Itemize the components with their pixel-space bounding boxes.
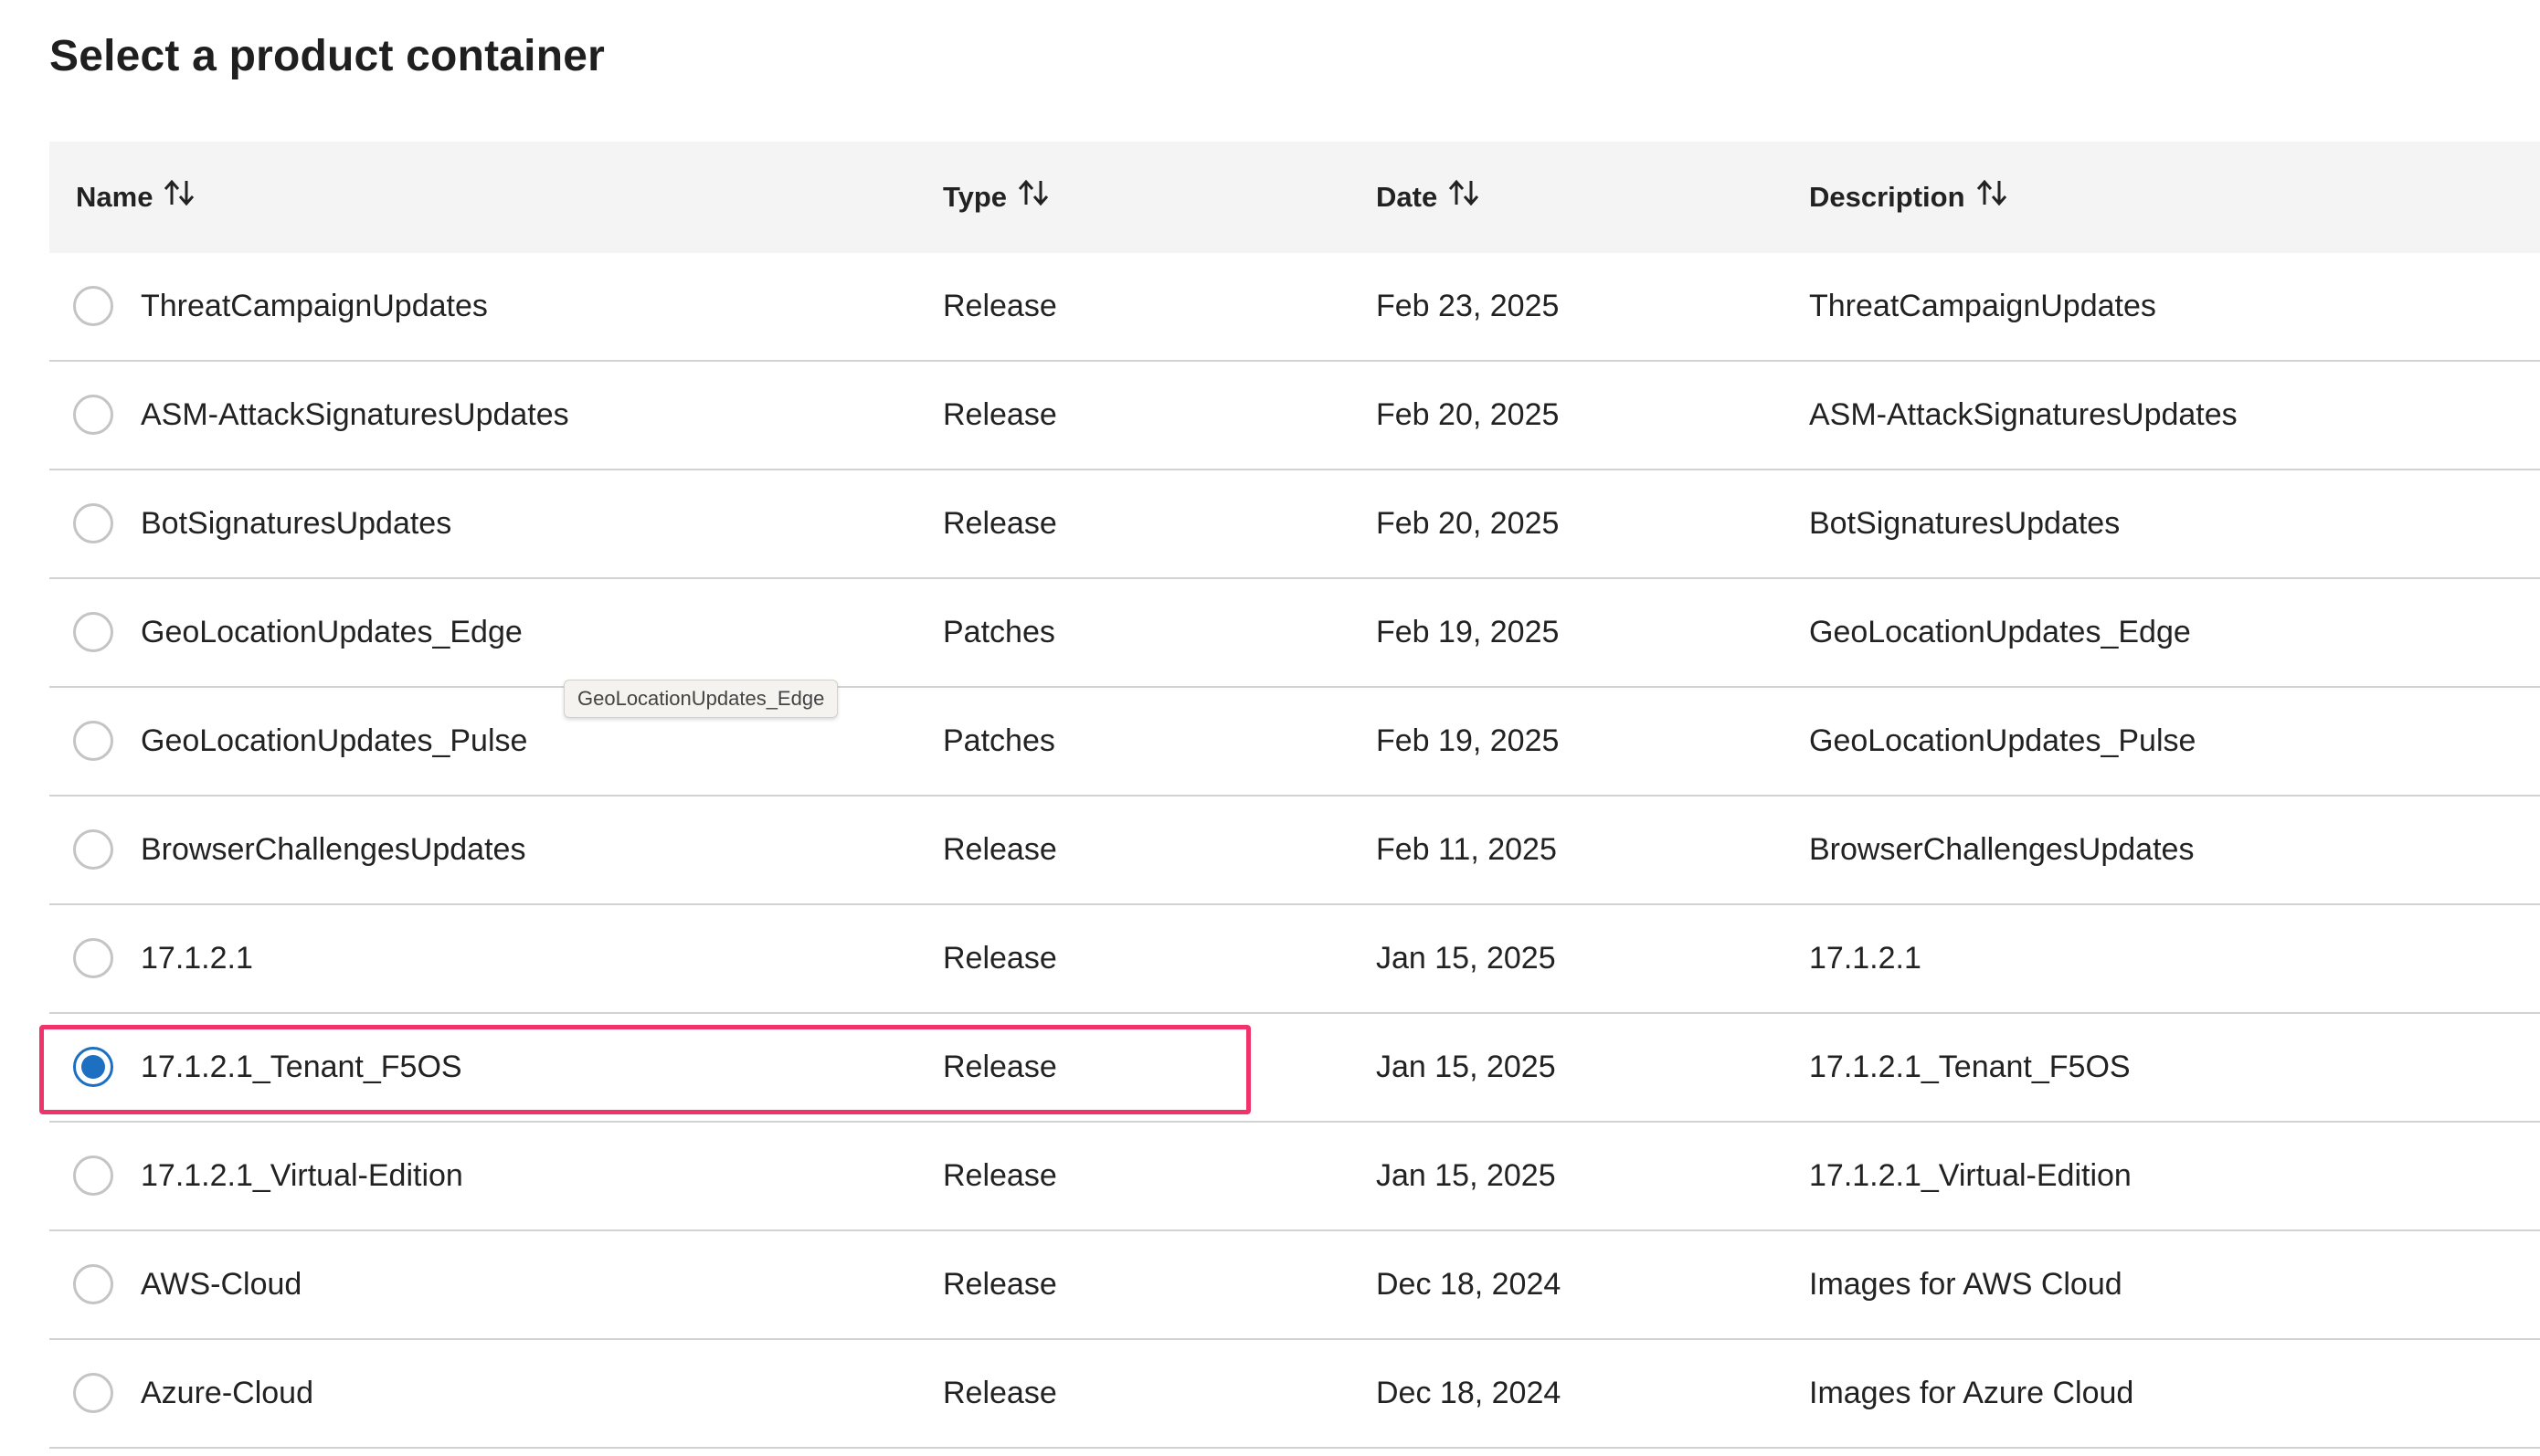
table-row[interactable]: 17.1.2.1_Virtual-Edition Release Jan 15,…	[49, 1123, 2540, 1231]
column-header-name[interactable]: Name	[76, 142, 195, 253]
table-row[interactable]: ASM-AttackSignaturesUpdates Release Feb …	[49, 362, 2540, 470]
cell-description: BrowserChallengesUpdates	[1809, 832, 2195, 867]
sort-arrows-icon[interactable]	[164, 179, 195, 206]
table-row[interactable]: GeoLocationUpdates_Pulse Patches Feb 19,…	[49, 688, 2540, 797]
cell-date: Feb 19, 2025	[1376, 723, 1560, 758]
cell-description: Images for Azure Cloud	[1809, 1376, 2134, 1410]
row-radio-button[interactable]	[73, 395, 113, 435]
cell-type: Release	[943, 832, 1057, 867]
product-container-table: Name Type Date Description ThreatCampaig…	[49, 142, 2540, 1449]
sort-arrows-icon[interactable]	[1976, 179, 2007, 206]
cell-type: Patches	[943, 723, 1055, 758]
cell-name: AWS-Cloud	[141, 1267, 302, 1302]
cell-type: Release	[943, 506, 1057, 541]
cell-name: 17.1.2.1_Virtual-Edition	[141, 1158, 463, 1193]
cell-type: Release	[943, 1267, 1057, 1302]
row-radio-button[interactable]	[73, 1373, 113, 1413]
column-header-label: Description	[1809, 181, 1965, 213]
cell-type: Release	[943, 1158, 1057, 1193]
sort-arrows-icon[interactable]	[1448, 179, 1479, 206]
cell-date: Jan 15, 2025	[1376, 941, 1556, 976]
cell-description: BotSignaturesUpdates	[1809, 506, 2121, 541]
cell-type: Release	[943, 289, 1057, 323]
sort-arrows-icon[interactable]	[1018, 179, 1049, 206]
table-row[interactable]: 17.1.2.1 Release Jan 15, 2025 17.1.2.1	[49, 905, 2540, 1014]
cell-date: Feb 11, 2025	[1376, 832, 1557, 867]
cell-description: GeoLocationUpdates_Edge	[1809, 615, 2191, 649]
cell-description: Images for AWS Cloud	[1809, 1267, 2122, 1302]
cell-description: 17.1.2.1_Tenant_F5OS	[1809, 1050, 2131, 1084]
cell-type: Release	[943, 941, 1057, 976]
page: Select a product container Name Type Dat…	[0, 0, 2540, 1456]
cell-type: Patches	[943, 615, 1055, 649]
cell-date: Dec 18, 2024	[1376, 1376, 1561, 1410]
cell-description: ThreatCampaignUpdates	[1809, 289, 2156, 323]
page-title: Select a product container	[49, 32, 606, 80]
cell-description: 17.1.2.1	[1809, 941, 1921, 976]
row-radio-button[interactable]	[73, 829, 113, 870]
row-radio-button[interactable]	[73, 503, 113, 543]
cell-date: Dec 18, 2024	[1376, 1267, 1561, 1302]
cell-date: Jan 15, 2025	[1376, 1158, 1556, 1193]
row-radio-button[interactable]	[73, 1264, 113, 1304]
cell-description: GeoLocationUpdates_Pulse	[1809, 723, 2196, 758]
row-radio-button[interactable]	[73, 938, 113, 978]
table-row[interactable]: AWS-Cloud Release Dec 18, 2024 Images fo…	[49, 1231, 2540, 1340]
column-header-description[interactable]: Description	[1809, 142, 2007, 253]
cell-type: Release	[943, 1376, 1057, 1410]
cell-date: Feb 20, 2025	[1376, 397, 1560, 432]
cell-name: ASM-AttackSignaturesUpdates	[141, 397, 569, 432]
cell-name: ThreatCampaignUpdates	[141, 289, 488, 323]
cell-type: Release	[943, 397, 1057, 432]
cell-date: Feb 23, 2025	[1376, 289, 1560, 323]
column-header-label: Type	[943, 181, 1008, 213]
cell-description: 17.1.2.1_Virtual-Edition	[1809, 1158, 2132, 1193]
cell-name: 17.1.2.1	[141, 941, 253, 976]
cell-date: Feb 20, 2025	[1376, 506, 1560, 541]
table-row[interactable]: GeoLocationUpdates_Edge Patches Feb 19, …	[49, 579, 2540, 688]
table-header: Name Type Date Description	[49, 142, 2540, 253]
table-row[interactable]: Azure-Cloud Release Dec 18, 2024 Images …	[49, 1340, 2540, 1449]
cell-name: Azure-Cloud	[141, 1376, 313, 1410]
table-row[interactable]: BrowserChallengesUpdates Release Feb 11,…	[49, 797, 2540, 905]
cell-date: Feb 19, 2025	[1376, 615, 1560, 649]
cell-description: ASM-AttackSignaturesUpdates	[1809, 397, 2238, 432]
row-radio-button[interactable]	[73, 721, 113, 761]
table-row[interactable]: BotSignaturesUpdates Release Feb 20, 202…	[49, 470, 2540, 579]
cell-name: GeoLocationUpdates_Pulse	[141, 723, 528, 758]
row-radio-button[interactable]	[73, 286, 113, 326]
row-radio-button-selected[interactable]	[73, 1047, 113, 1087]
row-radio-button[interactable]	[73, 1155, 113, 1196]
cell-name: 17.1.2.1_Tenant_F5OS	[141, 1050, 462, 1084]
column-header-label: Date	[1376, 181, 1438, 213]
column-header-type[interactable]: Type	[943, 142, 1049, 253]
column-header-label: Name	[76, 181, 153, 213]
cell-name: BotSignaturesUpdates	[141, 506, 452, 541]
column-header-date[interactable]: Date	[1376, 142, 1479, 253]
cell-date: Jan 15, 2025	[1376, 1050, 1556, 1084]
cell-type: Release	[943, 1050, 1057, 1084]
table-row-selected[interactable]: 17.1.2.1_Tenant_F5OS Release Jan 15, 202…	[49, 1014, 2540, 1123]
name-tooltip: GeoLocationUpdates_Edge	[564, 680, 839, 718]
row-radio-button[interactable]	[73, 612, 113, 652]
table-row[interactable]: ThreatCampaignUpdates Release Feb 23, 20…	[49, 253, 2540, 362]
cell-name: BrowserChallengesUpdates	[141, 832, 526, 867]
cell-name: GeoLocationUpdates_Edge	[141, 615, 523, 649]
